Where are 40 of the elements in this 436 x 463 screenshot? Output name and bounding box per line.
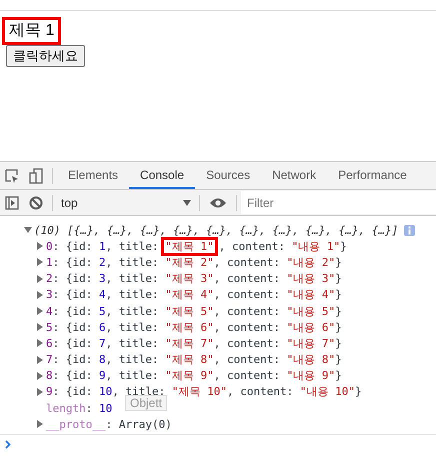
array-summary: (10) [{…}, {…}, {…}, {…}, {…}, {…}, {…}, {…}, {…}, {…}] (34, 224, 398, 237)
filter-field[interactable]: Filter (241, 191, 436, 214)
expand-icon[interactable] (37, 290, 43, 299)
console-entry: 5: {id: 6, title: "제목 6", content: "내용 6"} (46, 320, 342, 335)
click-button[interactable]: 클릭하세요 (6, 45, 85, 67)
inspect-icon[interactable] (5, 168, 19, 182)
clear-console-icon[interactable] (29, 196, 43, 210)
devtools-tab[interactable]: Sources (195, 162, 262, 189)
expand-icon[interactable] (37, 372, 43, 380)
expand-icon[interactable] (37, 323, 43, 332)
prompt-icon (5, 440, 11, 450)
expand-icon[interactable] (37, 356, 43, 364)
console-entry: 8: {id: 9, title: "제목 9", content: "내용 9"} (46, 368, 342, 384)
expand-icon[interactable] (37, 274, 43, 283)
expand-icon[interactable] (37, 258, 43, 266)
expand-icon[interactable] (37, 242, 43, 250)
devtools-tab[interactable]: Performance (327, 162, 418, 189)
expand-icon[interactable] (37, 420, 43, 428)
caret-icon[interactable] (183, 200, 191, 206)
console-entry: 0: {id: 1, title: "제목 1" , content: "내용 1"} (46, 238, 347, 254)
console-entry: 1: {id: 2, title: "제목 2", content: "내용 2"} (46, 254, 342, 270)
devtools-tab[interactable]: Elements (57, 162, 130, 189)
expand-icon[interactable] (37, 388, 43, 396)
console-entry: 3: {id: 4, title: "제목 4", content: "내용 4"} (46, 287, 342, 302)
device-icon[interactable] (29, 168, 43, 184)
collapse-icon[interactable] (24, 227, 32, 234)
console-entry: 7: {id: 8, title: "제목 8", content: "내용 8"} (46, 352, 342, 368)
console-entry: 6: {id: 7, title: "제목 7", content: "내용 7"} (46, 336, 342, 351)
console-entry: __proto__: Array(0) (46, 418, 172, 431)
console-entry: 4: {id: 5, title: "제목 5", content: "내용 5"} (46, 304, 342, 319)
devtools-tab[interactable]: Network (261, 162, 328, 189)
sidebar-icon[interactable] (5, 196, 19, 210)
expand-icon[interactable] (37, 339, 43, 348)
expand-icon[interactable] (37, 307, 43, 316)
console-entry: 2: {id: 3, title: "제목 3", content: "내용 3"} (46, 271, 342, 286)
page-heading: 제목 1 (2, 17, 62, 45)
tooltip: Objett (125, 394, 168, 411)
console-entry: length: 10 (46, 402, 112, 415)
context-dropdown[interactable]: top (57, 196, 195, 210)
eye-icon[interactable] (209, 196, 227, 208)
